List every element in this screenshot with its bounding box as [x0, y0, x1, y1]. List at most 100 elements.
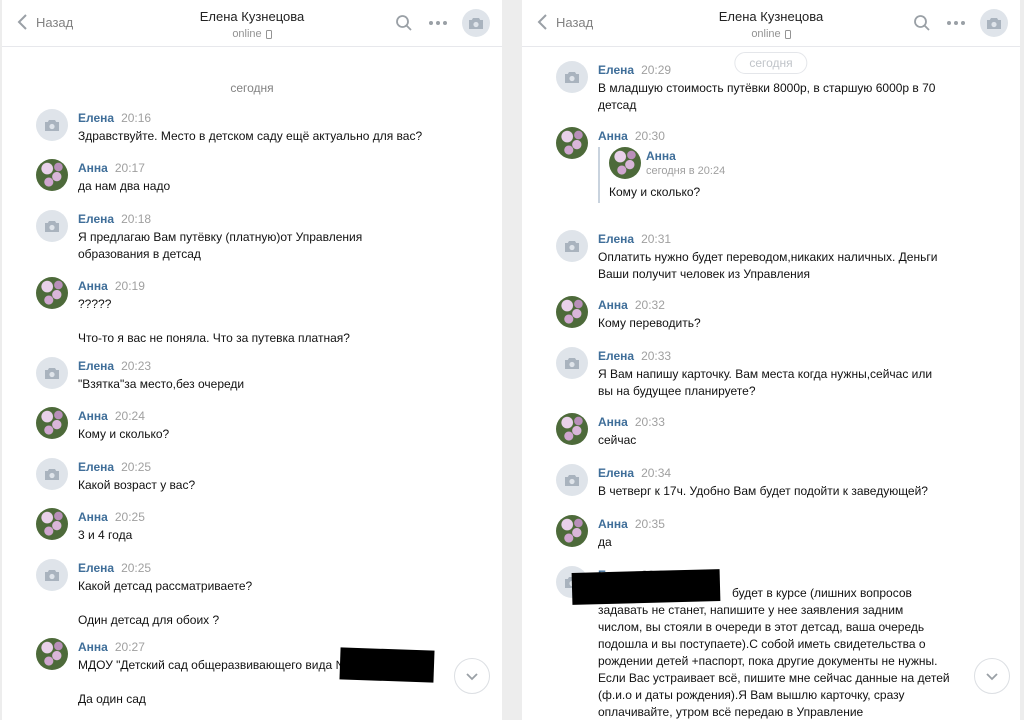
- message-text: Какой детсад рассматриваете? Один детсад…: [78, 579, 253, 627]
- message-time: 20:25: [121, 561, 152, 575]
- sender-name[interactable]: Елена: [78, 212, 114, 226]
- sender-name[interactable]: Елена: [78, 460, 114, 474]
- avatar[interactable]: [36, 458, 68, 490]
- message-header: Елена 20:18: [78, 212, 151, 226]
- redaction-block: [571, 569, 721, 605]
- message-text: сейчас: [598, 433, 637, 447]
- avatar[interactable]: [556, 127, 588, 159]
- sender-name[interactable]: Анна: [78, 161, 108, 175]
- message-time: 20:25: [121, 460, 152, 474]
- avatar[interactable]: [36, 559, 68, 591]
- message-time: 20:30: [634, 129, 665, 143]
- avatar[interactable]: [556, 464, 588, 496]
- status-text: online: [751, 28, 781, 40]
- sender-name[interactable]: Елена: [78, 561, 114, 575]
- search-button[interactable]: [394, 13, 414, 33]
- avatar[interactable]: [556, 230, 588, 262]
- camera-icon: [987, 17, 1001, 29]
- more-button[interactable]: [428, 13, 448, 33]
- avatar[interactable]: [36, 277, 68, 309]
- sender-name[interactable]: Анна: [78, 510, 108, 524]
- camera-icon: [565, 240, 579, 252]
- day-separator: сегодня: [230, 81, 274, 95]
- avatar[interactable]: [36, 109, 68, 141]
- avatar[interactable]: [556, 347, 588, 379]
- sender-name[interactable]: Елена: [598, 63, 634, 77]
- sender-name[interactable]: Анна: [598, 517, 628, 531]
- message-header: Елена 20:16: [78, 111, 151, 125]
- avatar[interactable]: [36, 210, 68, 242]
- message-text: Какой возраст у вас?: [78, 478, 196, 492]
- scroll-down-button[interactable]: [974, 658, 1010, 694]
- message-time: 20:17: [114, 161, 145, 175]
- camera-icon: [45, 367, 59, 379]
- more-icon: [947, 21, 965, 25]
- message-header: Елена 20:25: [78, 561, 151, 575]
- sender-name[interactable]: Елена: [598, 349, 634, 363]
- avatar[interactable]: [36, 407, 68, 439]
- search-icon: [396, 15, 412, 31]
- message-header: Елена 20:34: [598, 466, 671, 480]
- message-time: 20:19: [114, 279, 145, 293]
- sender-name[interactable]: Анна: [78, 279, 108, 293]
- sender-name[interactable]: Елена: [78, 111, 114, 125]
- avatar: [609, 147, 641, 179]
- camera-icon: [45, 468, 59, 480]
- sender-name[interactable]: Анна: [598, 298, 628, 312]
- message-time: 20:25: [114, 510, 145, 524]
- message-header: Елена 20:25: [78, 460, 151, 474]
- message-text: Кому и сколько?: [78, 427, 170, 441]
- sender-name[interactable]: Анна: [598, 129, 628, 143]
- phone-icon: [784, 29, 791, 39]
- camera-icon: [45, 119, 59, 131]
- sender-name[interactable]: Анна: [598, 415, 628, 429]
- message-text: Я предлагаю Вам путёвку (платную)от Упра…: [78, 230, 363, 261]
- message-feed[interactable]: сегодня Елена 20:29 В младшую стоимость пу…: [522, 47, 1020, 720]
- message-time: 20:34: [641, 466, 672, 480]
- scroll-down-button[interactable]: [454, 658, 490, 694]
- camera-icon: [469, 17, 483, 29]
- avatar[interactable]: [556, 413, 588, 445]
- message-time: 20:29: [641, 63, 672, 77]
- sender-name[interactable]: Елена: [78, 359, 114, 373]
- avatar[interactable]: [556, 515, 588, 547]
- more-icon: [429, 21, 447, 25]
- message-header: Анна 20:33: [598, 415, 665, 429]
- avatar[interactable]: [36, 357, 68, 389]
- message-text: будет в курсе (лишних вопросов задавать …: [598, 586, 950, 719]
- avatar[interactable]: [36, 159, 68, 191]
- chevron-down-icon: [986, 672, 998, 680]
- avatar[interactable]: [36, 508, 68, 540]
- search-button[interactable]: [912, 13, 932, 33]
- message-header: Анна 20:35: [598, 517, 665, 531]
- message-time: 20:16: [121, 111, 152, 125]
- sender-name[interactable]: Елена: [598, 466, 634, 480]
- header-avatar[interactable]: [980, 9, 1008, 37]
- message-header: Анна 20:32: [598, 298, 665, 312]
- avatar[interactable]: [556, 61, 588, 93]
- quote-text: Кому и сколько?: [609, 185, 701, 199]
- chevron-down-icon: [466, 672, 478, 680]
- avatar[interactable]: [556, 296, 588, 328]
- message-text: В четверг к 17ч. Удобно Вам будет подойт…: [598, 484, 928, 498]
- search-icon: [914, 15, 930, 31]
- sender-name[interactable]: Елена: [598, 232, 634, 246]
- message-feed[interactable]: сегодня Елена 20:16 Здравствуйте. Место в …: [2, 47, 502, 720]
- header-avatar[interactable]: [462, 9, 490, 37]
- sender-name[interactable]: Анна: [78, 640, 108, 654]
- chat-header: Назад Елена Кузнецова online: [2, 0, 502, 47]
- camera-icon: [45, 220, 59, 232]
- camera-icon: [45, 569, 59, 581]
- quote-sender: Анна: [646, 149, 676, 163]
- message-time: 20:35: [634, 517, 665, 531]
- message-text: В младшую стоимость путёвки 8000р, в ста…: [598, 81, 936, 112]
- more-button[interactable]: [946, 13, 966, 33]
- avatar[interactable]: [36, 638, 68, 670]
- redaction-block: [339, 647, 435, 683]
- online-status: online: [232, 28, 272, 40]
- forwarded-message[interactable]: Анна сегодня в 20:24 Кому и сколько?: [598, 147, 809, 203]
- chat-header: Назад Елена Кузнецова online: [522, 0, 1020, 47]
- message-header: Анна 20:30: [598, 129, 665, 143]
- sender-name[interactable]: Анна: [78, 409, 108, 423]
- message-header: Анна 20:24: [78, 409, 145, 423]
